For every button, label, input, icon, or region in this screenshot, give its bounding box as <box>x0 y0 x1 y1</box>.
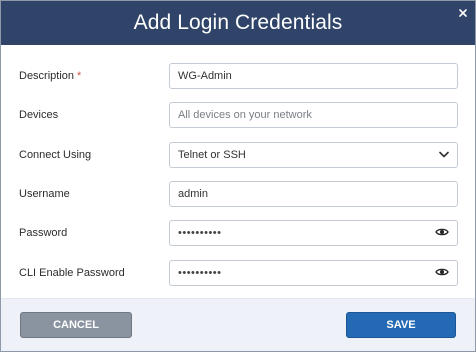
required-marker: * <box>77 70 82 82</box>
chevron-down-icon <box>439 149 449 161</box>
save-button[interactable]: SAVE <box>346 312 456 338</box>
description-row: Description * WG-Admin <box>19 63 458 89</box>
connect-using-row: Connect Using Telnet or SSH <box>19 142 458 168</box>
username-value: admin <box>178 188 208 200</box>
username-label: Username <box>19 188 70 200</box>
devices-row: Devices <box>19 102 458 128</box>
devices-input[interactable] <box>178 109 449 121</box>
eye-icon[interactable] <box>435 227 449 240</box>
description-field[interactable]: WG-Admin <box>169 63 458 89</box>
dialog-title: Add Login Credentials <box>133 11 343 34</box>
close-icon[interactable] <box>457 6 469 18</box>
devices-field[interactable] <box>169 102 458 128</box>
cancel-button[interactable]: CANCEL <box>20 312 132 338</box>
dialog-footer: CANCEL SAVE <box>1 298 475 351</box>
add-login-credentials-dialog: Add Login Credentials Description * WG-Ad… <box>0 0 476 352</box>
password-row: Password •••••••••• <box>19 220 458 246</box>
password-value: •••••••••• <box>178 227 222 239</box>
cli-enable-password-label: CLI Enable Password <box>19 267 125 279</box>
eye-icon[interactable] <box>435 267 449 280</box>
password-label: Password <box>19 227 68 239</box>
cli-enable-password-value: •••••••••• <box>178 267 222 279</box>
description-value: WG-Admin <box>178 70 232 82</box>
username-field[interactable]: admin <box>169 181 458 207</box>
username-row: Username admin <box>19 181 458 207</box>
description-label: Description * <box>19 70 82 82</box>
cli-enable-password-row: CLI Enable Password •••••••••• <box>19 260 458 286</box>
connect-using-select[interactable]: Telnet or SSH <box>169 142 458 168</box>
password-field[interactable]: •••••••••• <box>169 220 458 246</box>
dialog-header: Add Login Credentials <box>1 1 475 45</box>
connect-using-value: Telnet or SSH <box>178 149 246 161</box>
devices-label: Devices <box>19 109 59 121</box>
cli-enable-password-field[interactable]: •••••••••• <box>169 260 458 286</box>
connect-using-label: Connect Using <box>19 149 92 161</box>
